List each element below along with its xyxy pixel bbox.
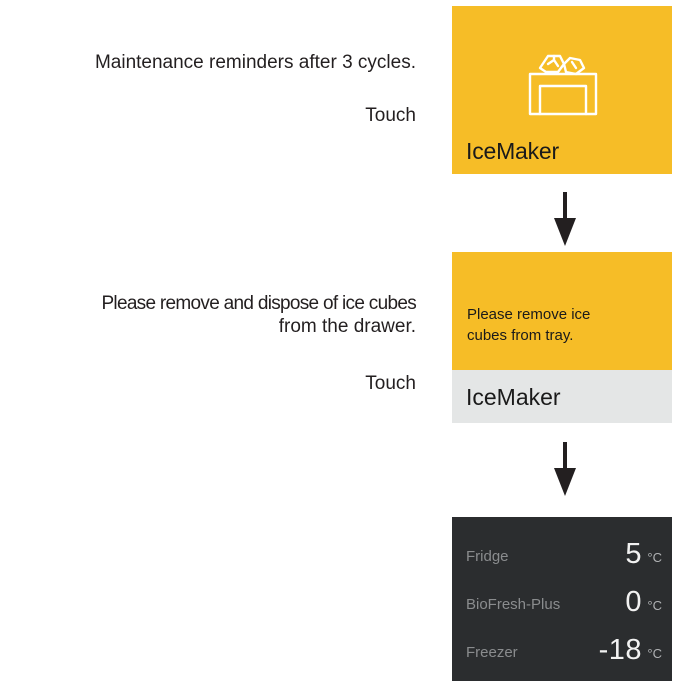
remove-ice-message-line2: cubes from tray. (467, 327, 574, 344)
ice-maker-icon (528, 54, 598, 116)
fridge-label: Fridge (466, 548, 509, 565)
fridge-temperature: 5 (625, 538, 642, 570)
status-row-biofresh[interactable]: BioFresh-Plus 0 °C (452, 579, 672, 619)
step2-instruction-line1: Please remove and dispose of ice cubes (101, 293, 416, 314)
biofresh-label: BioFresh-Plus (466, 596, 561, 613)
arrow-down-icon (554, 442, 576, 496)
temperature-status-panel: Fridge 5 °C BioFresh-Plus 0 °C Freezer -… (452, 517, 672, 681)
icemaker-label: IceMaker (466, 138, 559, 164)
status-row-freezer[interactable]: Freezer -18 °C (452, 627, 672, 667)
step2-action: Touch (365, 373, 416, 394)
icemaker-tile-2[interactable]: IceMaker (452, 370, 672, 423)
arrow-down-icon (554, 192, 576, 246)
biofresh-temperature: 0 (625, 586, 642, 618)
freezer-label: Freezer (466, 644, 518, 661)
fridge-unit: °C (647, 550, 662, 565)
step1-instruction: Maintenance reminders after 3 cycles. (94, 52, 416, 73)
remove-ice-message-line1: Please remove ice (467, 306, 591, 323)
biofresh-unit: °C (647, 598, 662, 613)
status-row-fridge[interactable]: Fridge 5 °C (452, 531, 672, 571)
step1-action: Touch (365, 105, 416, 126)
freezer-temperature: -18 (598, 634, 642, 666)
step2-instruction-line2: from the drawer. (278, 316, 416, 337)
remove-ice-message: Please remove ice cubes from tray. (467, 304, 590, 346)
freezer-unit: °C (647, 646, 662, 661)
icemaker-label-2: IceMaker (466, 384, 561, 410)
remove-ice-message-panel: Please remove ice cubes from tray. (452, 252, 672, 370)
icemaker-tile[interactable]: IceMaker (452, 6, 672, 174)
